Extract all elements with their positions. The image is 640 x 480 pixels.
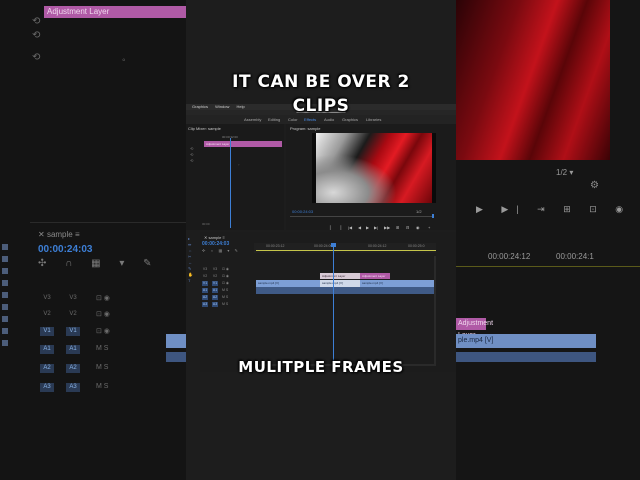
bg-video-clip bbox=[166, 334, 186, 348]
play-icon[interactable]: ▶ bbox=[366, 225, 369, 230]
video-clip[interactable]: sample.mp4 [V] bbox=[360, 280, 436, 287]
bg-track-row: V1 V1 ⊡ ◉ bbox=[36, 325, 186, 338]
step-back-icon[interactable]: ◀ bbox=[358, 225, 361, 230]
caption-bottom: MULITPLE FRAMES bbox=[238, 358, 404, 376]
source-panel: Clip Mixer: sample 00:00:32:00 Adjustmen… bbox=[186, 124, 284, 230]
source-playhead[interactable] bbox=[230, 138, 231, 228]
bg-fit-select: 1/2 ▾ bbox=[556, 168, 574, 177]
video-clip[interactable]: sample.mp4 [V] bbox=[256, 280, 320, 287]
adjustment-layer-clip[interactable]: Adjustment Layer bbox=[320, 273, 360, 279]
caption-top-line2: CLIPS bbox=[292, 96, 350, 116]
bg-track-row: A1 A1 M S bbox=[36, 343, 186, 356]
ruler-label: 00:00:25:0 bbox=[408, 244, 425, 248]
bg-settings-icon: ⚙ bbox=[590, 180, 599, 191]
history-icons: ⟲ ⟲ ⟲ bbox=[190, 146, 194, 163]
export-frame-icon[interactable]: ◉ bbox=[416, 225, 420, 230]
ruler-label: 00:00:24:00 bbox=[314, 244, 333, 248]
program-scrubber-head[interactable] bbox=[432, 214, 434, 218]
undo-icon: ⟲ bbox=[32, 52, 41, 63]
source-panel-title[interactable]: Clip Mixer: sample bbox=[188, 126, 221, 131]
work-area-bar[interactable] bbox=[256, 250, 436, 251]
video-clip-selected[interactable]: sample.mp4 [V] bbox=[320, 280, 360, 287]
program-panel-title[interactable]: Program: sample bbox=[290, 126, 320, 131]
step-forward-icon[interactable]: ▶| bbox=[374, 225, 378, 230]
go-to-out-icon[interactable]: ▶▶ bbox=[384, 225, 390, 230]
sequence-tab[interactable]: ✕ sample ≡ bbox=[204, 235, 225, 240]
video-frame bbox=[316, 133, 432, 203]
timeline-scrollbar[interactable] bbox=[434, 256, 436, 364]
mark-out-icon[interactable]: ▕ bbox=[338, 225, 341, 230]
track-header-a3[interactable]: A3 A3 M S bbox=[200, 301, 256, 309]
source-adjustment-clip[interactable]: Adjustment Layer bbox=[204, 141, 282, 147]
ruler-label: 00:00:24:12 bbox=[368, 244, 387, 248]
divider bbox=[30, 222, 186, 223]
go-to-in-icon[interactable]: |◀ bbox=[348, 225, 352, 230]
marker-icon: ◦ bbox=[122, 55, 126, 66]
mark-in-icon[interactable]: ▏ bbox=[330, 225, 333, 230]
timeline-tool-icons[interactable]: ✣ ∩ ▦ ▾ ✎ bbox=[202, 248, 240, 253]
bg-ruler-tc: 00:00:24:1 bbox=[556, 252, 594, 261]
bg-track-row: A2 A2 M S bbox=[36, 362, 186, 375]
program-monitor[interactable] bbox=[312, 133, 436, 203]
time-ruler[interactable]: 00:00:23:12 00:00:24:00 00:00:24:12 00:0… bbox=[254, 243, 436, 253]
audio-clip[interactable] bbox=[256, 287, 436, 294]
source-tc-start: 00:00 bbox=[202, 222, 210, 226]
bg-track-row: V3 V3 ⊡ ◉ bbox=[43, 295, 110, 302]
lift-icon[interactable]: ⊞ bbox=[396, 225, 399, 230]
bg-transport-controls: ▶ ▶| ⇥ ⊞ ⊡ ◉ bbox=[476, 204, 632, 214]
bg-video-clip: ple.mp4 [V] bbox=[456, 334, 596, 348]
adjustment-layer-clip[interactable]: Adjustment Layer bbox=[360, 273, 390, 279]
bg-audio-clip bbox=[166, 352, 186, 362]
program-fit-select[interactable]: 1/2 bbox=[416, 209, 422, 214]
bg-track-row: A3 A3 M S bbox=[36, 381, 186, 394]
tools-panel[interactable]: ▸ ⇹ ⇔ ✂ ↔ ✎ ✋ T bbox=[188, 236, 194, 296]
program-timecode[interactable]: 00:00:24:03 bbox=[292, 209, 313, 214]
bg-timeline-tools: ✣ ∩ ▦ ▾ ✎ bbox=[38, 258, 160, 269]
bg-timecode: 00:00:24:03 bbox=[38, 244, 93, 255]
bg-track-row: V2 V2 ⊡ ◉ bbox=[43, 311, 110, 318]
divider bbox=[456, 266, 640, 267]
extract-icon[interactable]: ⊟ bbox=[406, 225, 409, 230]
bg-program-frame bbox=[456, 0, 610, 160]
program-scrubber[interactable] bbox=[290, 216, 434, 217]
background-right-panel: 1/2 ▾ ⚙ ▶ ▶| ⇥ ⊞ ⊡ ◉ 00:00:24:12 00:00:2… bbox=[456, 0, 640, 480]
caption-top: IT CAN BE OVER 2 CLIPS bbox=[186, 70, 456, 118]
undo-icon: ⟲ bbox=[32, 30, 41, 41]
marker-icon: ◦ bbox=[238, 162, 240, 167]
bg-ruler-tc: 00:00:24:12 bbox=[488, 252, 531, 261]
add-icon[interactable]: + bbox=[428, 225, 430, 230]
bg-adjustment-layer-clip: Adjustment Layer bbox=[44, 6, 186, 18]
ruler-label: 00:00:23:12 bbox=[266, 244, 285, 248]
bg-audio-clip bbox=[456, 352, 596, 362]
transport-bar: ▏ ▕ |◀ ◀ ▶ ▶| ▶▶ ⊞ ⊟ ◉ + bbox=[286, 225, 456, 231]
background-left-panel: Adjustment Layer ⟲ ⟲ ⟲ ◦ ✕ sample ≡ 00:0… bbox=[0, 0, 186, 480]
bg-adjustment-clip: Adjustment Layer bbox=[456, 318, 493, 339]
caption-top-line1: IT CAN BE OVER 2 bbox=[232, 72, 410, 92]
playhead[interactable] bbox=[333, 243, 334, 361]
timeline-timecode[interactable]: 00:00:24:03 bbox=[202, 241, 229, 247]
bg-tool-panel bbox=[0, 238, 10, 352]
undo-icon: ⟲ bbox=[32, 16, 41, 27]
bg-sequence-tab: ✕ sample ≡ bbox=[38, 230, 80, 239]
